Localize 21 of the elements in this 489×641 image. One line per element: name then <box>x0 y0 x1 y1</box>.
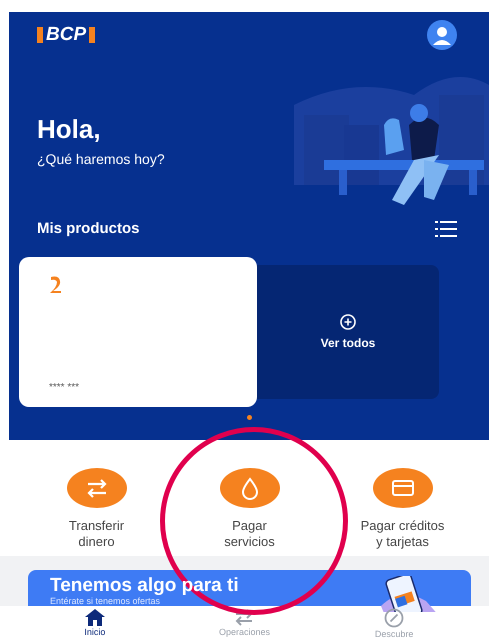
see-all-button[interactable]: Ver todos <box>257 265 439 399</box>
profile-icon[interactable] <box>427 20 457 50</box>
section-title: Mis productos <box>37 220 140 237</box>
product-card[interactable]: **** *** <box>19 257 257 407</box>
bank-mark-icon <box>49 275 63 293</box>
action-button[interactable]: Transferir dinero <box>26 468 166 550</box>
action-button[interactable]: Pagar créditos y tarjetas <box>332 468 472 550</box>
transfer-arrows-icon <box>66 468 126 508</box>
greeting-title: Hola, <box>37 114 102 144</box>
list-view-icon[interactable] <box>435 220 457 236</box>
compass-icon <box>384 608 404 628</box>
home-icon <box>84 608 106 626</box>
card-number: **** *** <box>49 382 80 393</box>
greeting-subtitle: ¿Qué haremos hoy? <box>37 150 165 166</box>
bank-logo: BCP <box>37 27 96 43</box>
plus-circle-icon <box>340 314 356 330</box>
promo-subtitle: Entérate si tenemos ofertas <box>50 596 162 606</box>
action-button[interactable]: Pagar servicios <box>180 468 320 550</box>
see-all-label: Ver todos <box>320 336 376 350</box>
credit-card-icon <box>372 468 432 508</box>
drop-icon <box>220 468 280 508</box>
